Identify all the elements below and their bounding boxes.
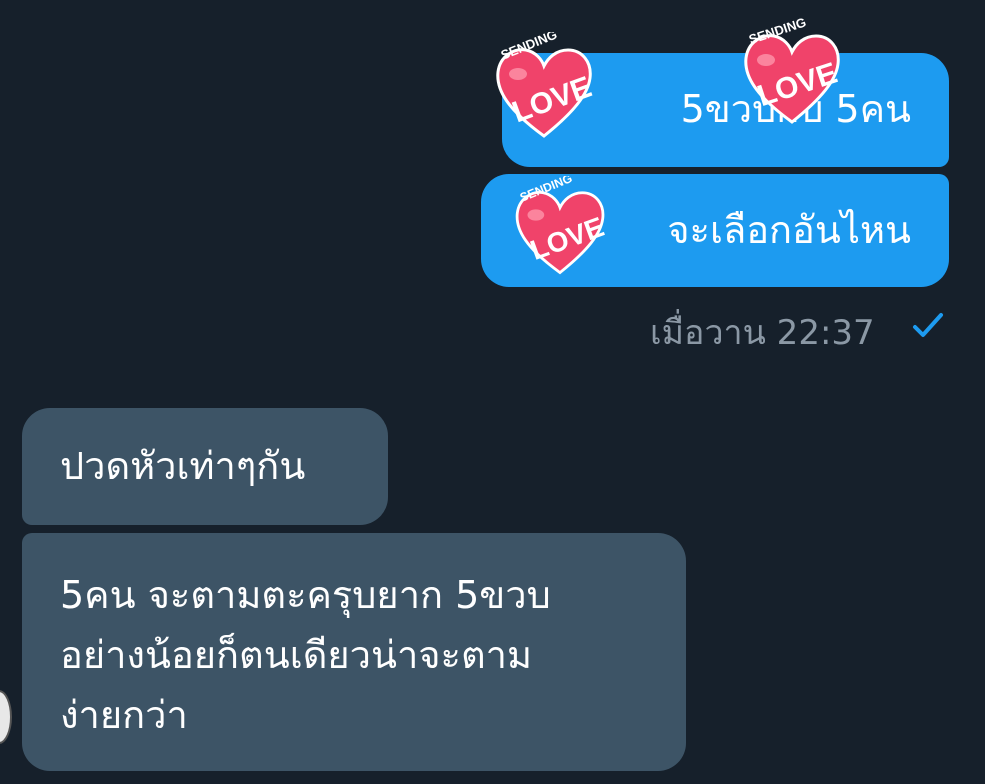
message-text: ปวดหัวเท่าๆกัน: [60, 444, 306, 488]
received-message-bubble[interactable]: 5คน จะตามตะครุบยาก 5ขวบ อย่างน้อยก็ตนเดี…: [22, 533, 686, 771]
avatar[interactable]: [0, 690, 12, 744]
love-sticker: SENDING LOVE: [515, 176, 608, 275]
message-text-line: ง่ายกว่า: [60, 693, 188, 737]
message-text-line: 5คน จะตามตะครุบยาก 5ขวบ: [60, 573, 551, 617]
love-sticker: SENDING LOVE: [744, 18, 841, 124]
check-icon: [913, 313, 943, 337]
message-timestamp: เมื่อวาน 22:37: [650, 313, 875, 353]
received-message-bubble[interactable]: ปวดหัวเท่าๆกัน: [22, 408, 388, 525]
love-sticker: SENDING LOVE: [496, 32, 596, 138]
message-text-line: อย่างน้อยก็ตนเดียวน่าจะตาม: [60, 633, 533, 677]
message-text: จะเลือกอันไหน: [667, 208, 911, 252]
